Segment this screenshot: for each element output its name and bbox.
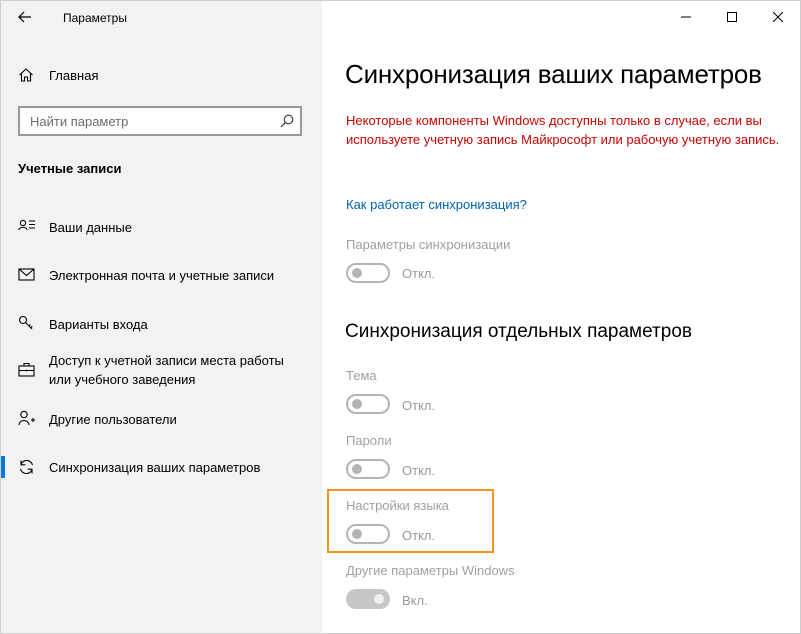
search-icon[interactable] [280, 114, 294, 128]
toggle-knob [352, 268, 362, 278]
language-settings-label: Настройки языка [346, 498, 449, 513]
sidebar-item-label: Варианты входа [49, 317, 148, 332]
sidebar-item-your-info[interactable]: Ваши данные [1, 209, 322, 243]
passwords-toggle[interactable] [346, 459, 390, 479]
back-button[interactable] [11, 5, 39, 29]
language-settings-toggle[interactable] [346, 524, 390, 544]
sidebar-item-label: Другие пользователи [49, 412, 177, 427]
sidebar: Параметры Главная Учетные записи Ваши да… [1, 1, 322, 633]
sidebar-item-sync-settings[interactable]: Синхронизация ваших параметров [1, 450, 322, 484]
key-icon [18, 315, 33, 330]
other-windows-settings-label: Другие параметры Windows [346, 563, 515, 578]
passwords-label: Пароли [346, 433, 392, 448]
section-heading: Учетные записи [18, 161, 122, 176]
sidebar-item-label: Доступ к учетной записи места работы или… [49, 353, 284, 387]
theme-toggle[interactable] [346, 394, 390, 414]
toggle-knob [374, 594, 384, 604]
settings-window: Параметры Главная Учетные записи Ваши да… [0, 0, 801, 634]
page-title: Синхронизация ваших параметров [345, 59, 762, 89]
individual-sync-heading: Синхронизация отдельных параметров [345, 321, 692, 342]
add-person-icon [18, 410, 35, 426]
sync-icon [19, 459, 34, 475]
sidebar-item-email[interactable]: Электронная почта и учетные записи [1, 257, 322, 291]
selection-indicator [1, 456, 5, 478]
sidebar-item-label: Электронная почта и учетные записи [49, 268, 275, 283]
sidebar-item-work-access[interactable]: Доступ к учетной записи места работы или… [1, 351, 322, 393]
person-card-icon [18, 219, 35, 231]
sidebar-item-label: Синхронизация ваших параметров [49, 460, 261, 475]
account-warning: Некоторые компоненты Windows доступны то… [346, 113, 780, 147]
search-box [18, 106, 302, 136]
sidebar-item-label: Ваши данные [49, 220, 132, 235]
theme-state: Откл. [402, 398, 436, 413]
briefcase-icon [18, 362, 35, 377]
toggle-knob [352, 464, 362, 474]
app-title: Параметры [63, 11, 127, 25]
theme-label: Тема [346, 368, 377, 383]
passwords-state: Откл. [402, 463, 436, 478]
sidebar-item-sign-in-options[interactable]: Варианты входа [1, 306, 322, 340]
language-settings-state: Откл. [402, 528, 436, 543]
sync-settings-label: Параметры синхронизации [346, 237, 511, 252]
toggle-knob [352, 529, 362, 539]
sync-settings-toggle[interactable] [346, 263, 390, 283]
other-windows-settings-state: Вкл. [402, 593, 428, 608]
toggle-knob [352, 399, 362, 409]
sync-settings-state: Откл. [402, 266, 436, 281]
how-sync-works-link[interactable]: Как работает синхронизация? [346, 197, 527, 212]
sidebar-item-label: Главная [49, 68, 99, 83]
sidebar-item-home[interactable]: Главная [1, 59, 322, 91]
sidebar-item-other-users[interactable]: Другие пользователи [1, 402, 322, 436]
mail-icon [18, 268, 35, 281]
search-input[interactable] [30, 112, 270, 130]
home-icon [19, 68, 33, 82]
arrow-left-icon [18, 11, 31, 23]
other-windows-settings-toggle[interactable] [346, 589, 390, 609]
main-content: Синхронизация ваших параметров Некоторые… [322, 1, 800, 633]
